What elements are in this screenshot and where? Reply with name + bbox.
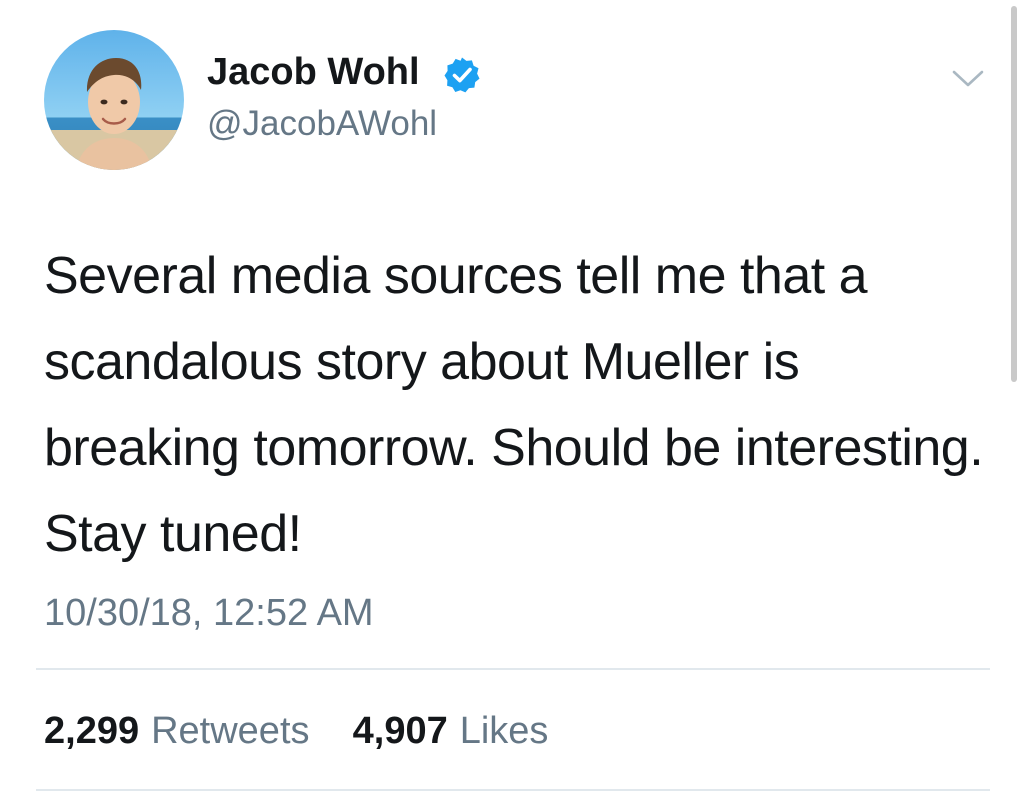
likes-label: Likes	[459, 710, 549, 752]
user-handle[interactable]: @JacobAWohl	[207, 102, 437, 146]
likes-count: 4,907	[352, 710, 448, 752]
avatar-image	[44, 30, 184, 170]
likes-stat[interactable]: 4,907 Likes	[342, 710, 549, 752]
avatar[interactable]	[44, 30, 184, 170]
tweet-stats: 2,299 Retweets 4,907 Likes	[44, 707, 548, 755]
verified-badge-icon	[442, 55, 482, 95]
display-name[interactable]: Jacob Wohl	[207, 48, 420, 96]
divider	[36, 668, 990, 670]
tweet-timestamp[interactable]: 10/30/18, 12:52 AM	[44, 589, 374, 637]
scrollbar[interactable]	[1011, 6, 1017, 382]
retweets-label: Retweets	[151, 710, 310, 752]
chevron-down-icon[interactable]	[948, 64, 988, 94]
retweets-stat[interactable]: 2,299 Retweets	[44, 710, 320, 752]
divider	[36, 789, 990, 791]
tweet-text: Several media sources tell me that a sca…	[44, 247, 984, 563]
tweet-detail: Jacob Wohl @JacobAWohl Several media sou…	[0, 0, 1024, 808]
retweets-count: 2,299	[44, 710, 140, 752]
